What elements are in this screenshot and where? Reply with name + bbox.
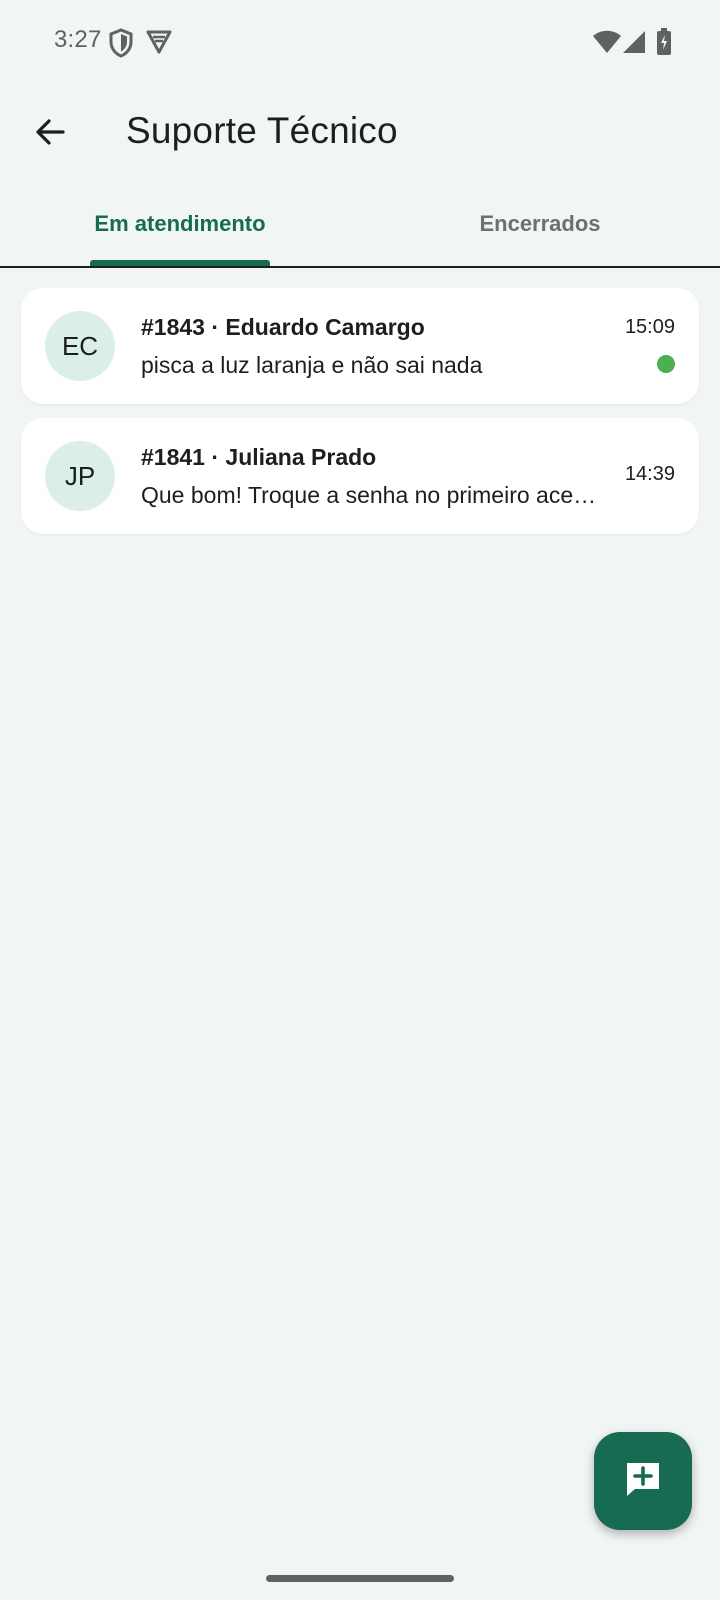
- avatar: EC: [45, 311, 115, 381]
- ticket-preview: pisca a luz laranja e não sai nada: [141, 352, 483, 378]
- ticket-time: 15:09: [624, 316, 675, 338]
- tab-em-atendimento[interactable]: Em atendimento: [0, 182, 360, 266]
- status-bar: 3:27: [0, 0, 720, 86]
- vpn-icon: [146, 28, 172, 61]
- shield-icon: [108, 28, 134, 63]
- ticket-list: EC #1843 · Eduardo Camargo pisca a luz l…: [21, 288, 699, 548]
- ticket-preview: Que bom! Troque a senha no primeiro aces…: [141, 482, 601, 508]
- tab-label: Em atendimento: [94, 211, 266, 236]
- battery-charging-icon: [656, 28, 672, 61]
- ticket-title: #1841 · Juliana Prado: [141, 444, 377, 470]
- tab-label: Encerrados: [479, 211, 601, 236]
- unread-dot: [657, 355, 675, 373]
- app-bar: Suporte Técnico: [0, 86, 720, 182]
- page-title: Suporte Técnico: [126, 110, 398, 151]
- add-chat-icon: [623, 1459, 663, 1504]
- tab-bar: Em atendimento Encerrados: [0, 182, 720, 268]
- arrow-back-icon: [34, 116, 66, 153]
- home-indicator[interactable]: [266, 1575, 454, 1582]
- ticket-card[interactable]: EC #1843 · Eduardo Camargo pisca a luz l…: [21, 288, 699, 404]
- status-time: 3:27: [54, 26, 102, 53]
- avatar-initials: JP: [64, 460, 96, 491]
- avatar: JP: [45, 441, 115, 511]
- ticket-card[interactable]: JP #1841 · Juliana Prado Que bom! Troque…: [21, 418, 699, 534]
- tab-indicator: [90, 260, 270, 266]
- ticket-time: 14:39: [624, 463, 675, 485]
- avatar-initials: EC: [61, 330, 99, 361]
- signal-icon: [622, 30, 646, 59]
- ticket-title: #1843 · Eduardo Camargo: [141, 314, 425, 340]
- wifi-icon: [592, 30, 622, 59]
- back-button[interactable]: [24, 108, 76, 160]
- tab-encerrados[interactable]: Encerrados: [360, 182, 720, 266]
- new-ticket-button[interactable]: [594, 1432, 692, 1530]
